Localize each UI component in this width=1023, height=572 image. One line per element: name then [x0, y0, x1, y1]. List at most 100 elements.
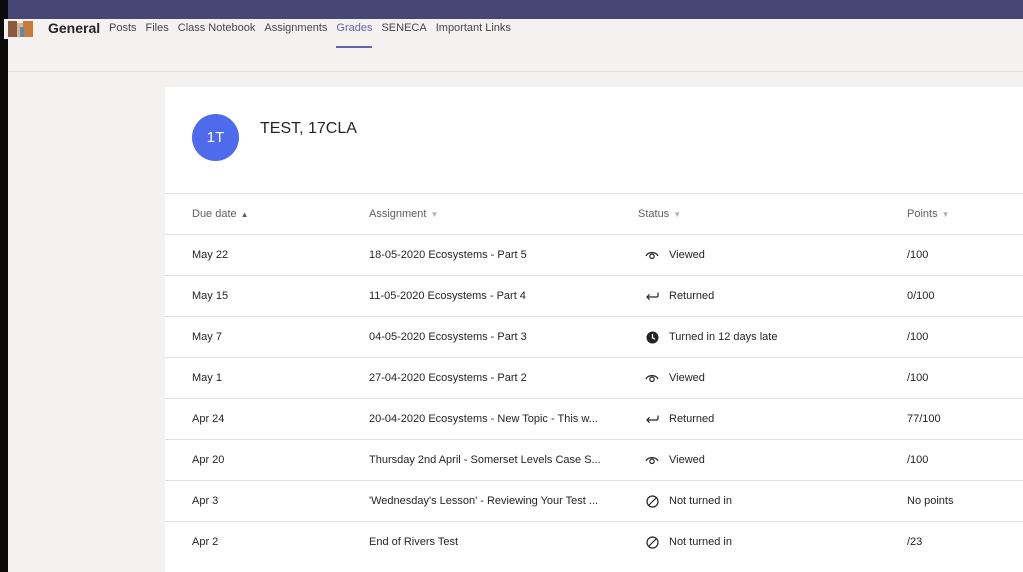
assignment-cell[interactable]: 11-05-2020 Ecosystems - Part 4 [369, 276, 619, 316]
return-arrow-icon [645, 412, 659, 426]
status-cell: Viewed [638, 358, 878, 398]
assignment-cell[interactable]: 04-05-2020 Ecosystems - Part 3 [369, 317, 619, 357]
points-value[interactable]: /100 [907, 372, 928, 384]
status-cell: Returned [638, 399, 878, 439]
points-value[interactable]: /100 [907, 454, 928, 466]
status-cell: Viewed [638, 440, 878, 480]
assignment-title[interactable]: 18-05-2020 Ecosystems - Part 5 [369, 249, 527, 261]
points-cell[interactable]: 77/100 [907, 399, 1007, 439]
status-text: Returned [669, 413, 715, 425]
assignment-cell[interactable]: End of Rivers Test [369, 522, 619, 562]
not-turned-in-icon [645, 535, 659, 549]
status-cell: Not turned in [638, 522, 878, 562]
tab-posts[interactable]: Posts [109, 22, 137, 48]
status-text: Not turned in [669, 536, 732, 548]
due-date-cell: Apr 3 [192, 481, 342, 521]
tab-important-links[interactable]: Important Links [436, 22, 511, 48]
due-date-cell: Apr 20 [192, 440, 342, 480]
due-date-cell: May 22 [192, 235, 342, 275]
assignment-title[interactable]: 04-05-2020 Ecosystems - Part 3 [369, 331, 527, 343]
table-row[interactable]: May 15 11-05-2020 Ecosystems - Part 4 Retu… [165, 275, 1023, 316]
return-arrow-icon [645, 289, 659, 303]
channel-tabs: Posts Files Class Notebook Assignments G… [109, 22, 520, 48]
status-cell: Not turned in [638, 481, 878, 521]
table-row[interactable]: Apr 2 End of Rivers Test Not turned in/23 [165, 521, 1023, 562]
assignment-title[interactable]: 'Wednesday's Lesson' - Reviewing Your Te… [369, 495, 598, 507]
points-value[interactable]: /23 [907, 536, 922, 548]
table-row[interactable]: Apr 3 'Wednesday's Lesson' - Reviewing Yo… [165, 480, 1023, 521]
team-logo-icon [4, 19, 36, 39]
column-header-assignment[interactable]: Assignment ▼ [369, 194, 619, 234]
app-frame: General Posts Files Class Notebook Assig… [0, 0, 1023, 572]
due-date: May 15 [192, 290, 229, 302]
class-avatar: 1T [192, 114, 239, 161]
points-value[interactable]: 0/100 [907, 290, 935, 302]
assignment-title[interactable]: 11-05-2020 Ecosystems - Part 4 [369, 290, 526, 302]
points-cell[interactable]: /100 [907, 358, 1007, 398]
due-date-cell: Apr 24 [192, 399, 342, 439]
assignment-cell[interactable]: Thursday 2nd April - Somerset Levels Cas… [369, 440, 619, 480]
status-text: Viewed [669, 249, 705, 261]
points-cell[interactable]: /100 [907, 440, 1007, 480]
points-value[interactable]: /100 [907, 331, 928, 343]
assignment-title[interactable]: Thursday 2nd April - Somerset Levels Cas… [369, 454, 601, 466]
assignment-title[interactable]: End of Rivers Test [369, 536, 458, 548]
sort-ascending-icon: ▲ [240, 209, 249, 219]
tab-assignments[interactable]: Assignments [264, 22, 327, 48]
column-header-status[interactable]: Status ▼ [638, 194, 878, 234]
status-cell: Viewed [638, 235, 878, 275]
table-row[interactable]: Apr 24 20-04-2020 Ecosystems - New Topic … [165, 398, 1023, 439]
table-row[interactable]: May 7 04-05-2020 Ecosystems - Part 3 Turne… [165, 316, 1023, 357]
due-date-cell: Apr 2 [192, 522, 342, 562]
status-text: Viewed [669, 372, 705, 384]
sort-descending-icon: ▼ [430, 209, 439, 219]
due-date: May 1 [192, 372, 222, 384]
assignment-title[interactable]: 20-04-2020 Ecosystems - New Topic - This… [369, 413, 598, 425]
due-date: May 7 [192, 331, 222, 343]
status-text: Viewed [669, 454, 705, 466]
class-title: TEST, 17CLA [260, 120, 357, 137]
not-turned-in-icon [645, 494, 659, 508]
column-header-label: Assignment [369, 208, 427, 220]
points-cell[interactable]: No points [907, 481, 1007, 521]
table-row[interactable]: May 1 27-04-2020 Ecosystems - Part 2 Viewe… [165, 357, 1023, 398]
table-row[interactable]: Apr 20 Thursday 2nd April - Somerset Leve… [165, 439, 1023, 480]
sort-descending-icon: ▼ [673, 209, 682, 219]
assignment-title[interactable]: 27-04-2020 Ecosystems - Part 2 [369, 372, 527, 384]
tab-seneca[interactable]: SENECA [381, 22, 426, 48]
assignment-cell[interactable]: 20-04-2020 Ecosystems - New Topic - This… [369, 399, 619, 439]
sort-descending-icon: ▼ [941, 209, 950, 219]
top-bar [0, 0, 1023, 19]
table-header-row: Due date ▲ Assignment ▼ Status ▼ Points … [165, 193, 1023, 234]
tab-files[interactable]: Files [146, 22, 169, 48]
tab-grades[interactable]: Grades [336, 22, 373, 48]
eye-icon [645, 248, 659, 262]
tab-class-notebook[interactable]: Class Notebook [178, 22, 256, 48]
grades-table: Due date ▲ Assignment ▼ Status ▼ Points … [165, 193, 1023, 562]
points-cell[interactable]: /23 [907, 522, 1007, 562]
status-cell: Returned [638, 276, 878, 316]
status-text: Not turned in [669, 495, 732, 507]
due-date: May 22 [192, 249, 229, 261]
due-date: Apr 24 [192, 413, 225, 425]
channel-name[interactable]: General [48, 20, 100, 36]
assignment-cell[interactable]: 'Wednesday's Lesson' - Reviewing Your Te… [369, 481, 619, 521]
points-value[interactable]: No points [907, 495, 953, 507]
due-date-cell: May 15 [192, 276, 342, 316]
status-text: Turned in 12 days late [669, 331, 778, 343]
table-row[interactable]: May 22 18-05-2020 Ecosystems - Part 5 View… [165, 234, 1023, 275]
assignment-cell[interactable]: 18-05-2020 Ecosystems - Part 5 [369, 235, 619, 275]
assignment-cell[interactable]: 27-04-2020 Ecosystems - Part 2 [369, 358, 619, 398]
points-value[interactable]: 77/100 [907, 413, 941, 425]
column-header-points[interactable]: Points ▼ [907, 194, 1007, 234]
due-date: Apr 3 [192, 495, 219, 507]
points-value[interactable]: /100 [907, 249, 928, 261]
column-header-due-date[interactable]: Due date ▲ [192, 194, 342, 234]
column-header-label: Status [638, 208, 670, 220]
status-cell: Turned in 12 days late [638, 317, 878, 357]
window-border [0, 0, 8, 572]
points-cell[interactable]: /100 [907, 317, 1007, 357]
points-cell[interactable]: 0/100 [907, 276, 1007, 316]
points-cell[interactable]: /100 [907, 235, 1007, 275]
status-text: Returned [669, 290, 715, 302]
